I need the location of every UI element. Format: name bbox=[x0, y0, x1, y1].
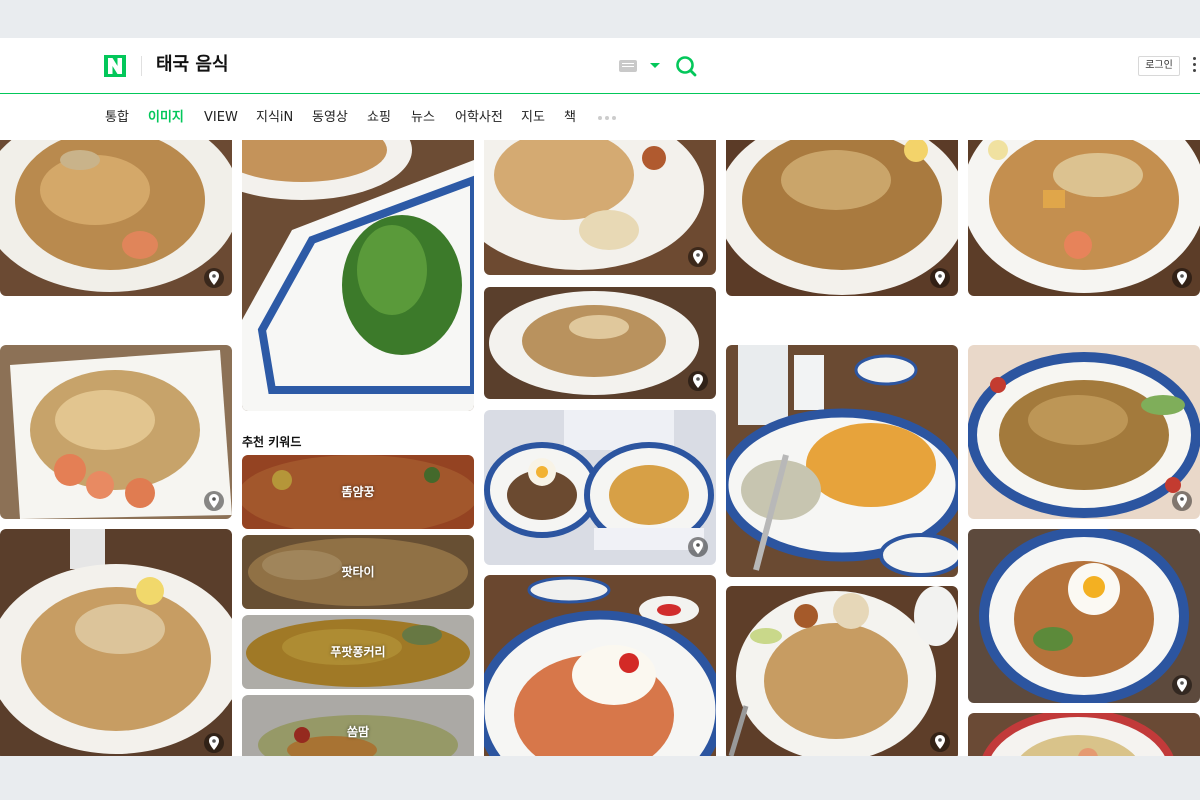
search-icon[interactable] bbox=[674, 54, 698, 78]
keyword-card-pad-thai[interactable]: 팟타이 bbox=[242, 535, 474, 609]
location-pin-icon bbox=[204, 268, 224, 288]
more-vertical-icon[interactable] bbox=[1193, 57, 1197, 75]
image-result[interactable] bbox=[968, 529, 1200, 703]
search-results-page: 태국 음식 로그인 통합 이미지 VIEW 지식iN 동영상 쇼핑 뉴스 어학사… bbox=[0, 38, 1200, 756]
keyword-label: 푸팟퐁커리 bbox=[330, 645, 386, 659]
search-tabs: 통합 이미지 VIEW 지식iN 동영상 쇼핑 뉴스 어학사전 지도 책 bbox=[0, 95, 1200, 140]
image-result[interactable] bbox=[726, 586, 958, 756]
keyword-label: 똠얌꿍 bbox=[341, 485, 375, 499]
tab-all[interactable]: 통합 bbox=[105, 95, 129, 140]
keyword-label: 쏨땀 bbox=[346, 725, 370, 739]
location-pin-icon bbox=[204, 491, 224, 511]
keyword-label: 팟타이 bbox=[341, 565, 375, 579]
tab-images[interactable]: 이미지 bbox=[148, 95, 184, 140]
chevron-down-icon[interactable] bbox=[650, 63, 660, 68]
location-pin-icon bbox=[688, 537, 708, 557]
more-horizontal-icon[interactable] bbox=[598, 116, 620, 120]
image-column bbox=[968, 140, 1200, 756]
image-result[interactable] bbox=[968, 140, 1200, 296]
viewport: 태국 음식 로그인 통합 이미지 VIEW 지식iN 동영상 쇼핑 뉴스 어학사… bbox=[0, 0, 1200, 800]
image-result[interactable] bbox=[726, 345, 958, 577]
tab-view[interactable]: VIEW bbox=[204, 95, 238, 140]
keyword-card-tom-yum[interactable]: 똠얌꿍 bbox=[242, 455, 474, 529]
image-result[interactable] bbox=[484, 140, 716, 275]
image-column bbox=[484, 140, 716, 756]
location-pin-icon bbox=[1172, 268, 1192, 288]
keyword-card-curry-crab[interactable]: 푸팟퐁커리 bbox=[242, 615, 474, 689]
location-pin-icon bbox=[1172, 675, 1192, 695]
recommended-keywords-heading: 추천 키워드 bbox=[242, 435, 302, 449]
image-grid: 추천 키워드 똠얌꿍 팟타이 푸팟퐁커리 쏨땀 bbox=[0, 140, 1200, 756]
image-result[interactable] bbox=[242, 140, 474, 411]
tab-shopping[interactable]: 쇼핑 bbox=[367, 95, 391, 140]
naver-logo[interactable] bbox=[104, 55, 126, 77]
location-pin-icon bbox=[1172, 491, 1192, 511]
location-pin-icon bbox=[688, 371, 708, 391]
keyword-card-som-tam[interactable]: 쏨땀 bbox=[242, 695, 474, 756]
image-result[interactable] bbox=[726, 140, 958, 296]
search-header: 태국 음식 로그인 bbox=[0, 38, 1200, 94]
image-result[interactable] bbox=[968, 713, 1200, 756]
image-result[interactable] bbox=[0, 140, 232, 296]
tab-kin[interactable]: 지식iN bbox=[256, 95, 293, 140]
image-column bbox=[0, 140, 232, 756]
location-pin-icon bbox=[688, 247, 708, 267]
keyboard-icon[interactable] bbox=[619, 60, 637, 72]
location-pin-icon bbox=[930, 268, 950, 288]
tab-map[interactable]: 지도 bbox=[521, 95, 545, 140]
tab-news[interactable]: 뉴스 bbox=[411, 95, 435, 140]
location-pin-icon bbox=[204, 733, 224, 753]
image-result[interactable] bbox=[484, 410, 716, 565]
location-pin-icon bbox=[930, 732, 950, 752]
image-result[interactable] bbox=[968, 345, 1200, 519]
search-query[interactable]: 태국 음식 bbox=[156, 53, 229, 77]
login-button[interactable]: 로그인 bbox=[1138, 56, 1180, 76]
image-column bbox=[726, 140, 958, 756]
image-result[interactable] bbox=[484, 575, 716, 756]
image-result[interactable] bbox=[0, 345, 232, 519]
tab-books[interactable]: 책 bbox=[564, 95, 576, 140]
tab-dictionary[interactable]: 어학사전 bbox=[455, 95, 503, 140]
image-result[interactable] bbox=[0, 529, 232, 756]
tab-video[interactable]: 동영상 bbox=[312, 95, 348, 140]
header-divider bbox=[141, 56, 142, 76]
image-result[interactable] bbox=[484, 287, 716, 399]
image-column: 추천 키워드 똠얌꿍 팟타이 푸팟퐁커리 쏨땀 bbox=[242, 140, 474, 756]
